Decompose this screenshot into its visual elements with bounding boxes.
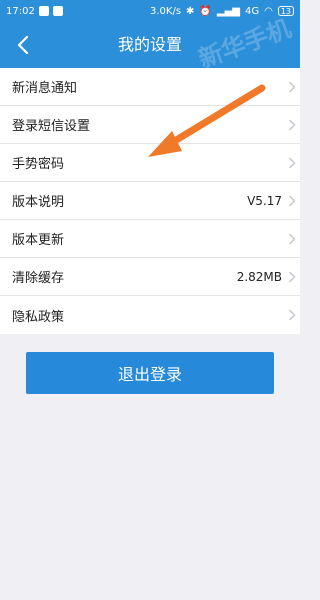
cache-size-value: 2.82MB xyxy=(236,269,282,284)
settings-item-label: 新消息通知 xyxy=(12,81,78,96)
app-notification-icon-2 xyxy=(52,6,63,16)
status-bar: 17:02 3.0K/s ✱ ⏰ ▂▄▆ 4G ◠ 13 xyxy=(0,0,300,22)
settings-item-label: 版本说明 xyxy=(12,195,65,210)
settings-item-gesture-password[interactable]: 手势密码 xyxy=(0,144,300,182)
settings-item-privacy-policy[interactable]: 隐私政策 xyxy=(0,296,300,334)
chevron-right-icon xyxy=(289,309,296,321)
signal-icon: ▂▄▆ xyxy=(216,5,240,17)
chevron-right-icon xyxy=(289,195,296,207)
alarm-icon: ⏰ xyxy=(199,5,212,17)
settings-item-label: 版本更新 xyxy=(12,233,65,248)
chevron-right-icon xyxy=(289,119,296,131)
status-time: 17:02 xyxy=(6,5,35,17)
settings-list: 新消息通知 登录短信设置 手势密码 版本说明 V5.17 版本更新 清除缓存 2… xyxy=(0,68,300,334)
app-notification-icon xyxy=(38,6,49,16)
settings-item-label: 清除缓存 xyxy=(12,271,65,286)
network-speed: 3.0K/s xyxy=(149,5,182,17)
network-type: 4G xyxy=(244,5,260,17)
settings-item-new-message-notification[interactable]: 新消息通知 xyxy=(0,68,300,106)
wifi-icon: ◠ xyxy=(264,5,273,17)
chevron-right-icon xyxy=(289,233,296,245)
logout-button[interactable]: 退出登录 xyxy=(26,352,274,394)
chevron-right-icon xyxy=(289,271,296,283)
settings-item-label: 登录短信设置 xyxy=(12,119,91,134)
settings-item-label: 隐私政策 xyxy=(12,309,65,325)
nav-bar: 我的设置 新华手机 xyxy=(0,14,300,73)
chevron-right-icon xyxy=(289,81,296,93)
settings-item-label: 手势密码 xyxy=(12,157,65,172)
settings-item-version-update[interactable]: 版本更新 xyxy=(0,220,300,258)
version-value: V5.17 xyxy=(247,193,282,208)
page-title: 我的设置 xyxy=(117,35,182,54)
settings-item-login-sms[interactable]: 登录短信设置 xyxy=(0,106,300,144)
settings-item-clear-cache[interactable]: 清除缓存 2.82MB xyxy=(0,258,300,296)
chevron-right-icon xyxy=(289,157,296,169)
battery-level: 13 xyxy=(280,6,291,16)
settings-item-version-info[interactable]: 版本说明 V5.17 xyxy=(0,182,300,220)
battery-icon: 13 xyxy=(277,6,294,16)
bluetooth-icon: ✱ xyxy=(186,5,195,17)
